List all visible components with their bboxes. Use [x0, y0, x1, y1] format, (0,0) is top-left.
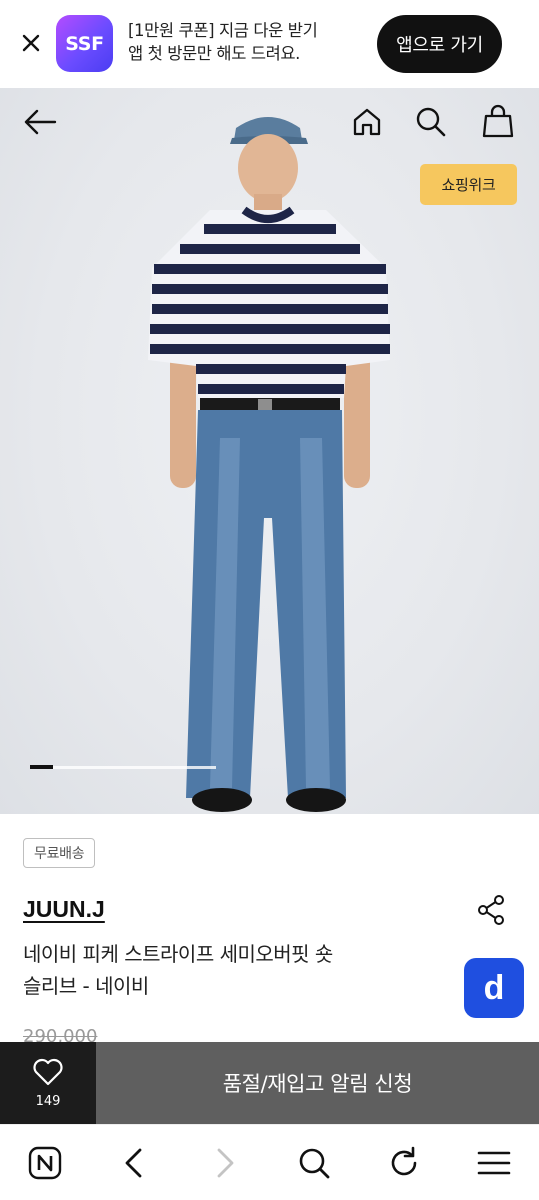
naver-n-icon[interactable] [25, 1143, 65, 1183]
bottom-action-bar: 149 품절/재입고 알림 신청 [0, 1042, 539, 1124]
product-name: 네이비 피케 스트라이프 세미오버핏 숏 슬리브 - 네이비 [23, 938, 423, 1002]
back-arrow-icon[interactable] [18, 102, 62, 142]
banner-message: [1만원 쿠폰] 지금 다운 받기 앱 첫 방문만 해도 드려요. [128, 19, 360, 65]
home-icon[interactable] [347, 102, 387, 142]
slide-indicator-active [30, 765, 54, 769]
app-logo-text: SSF [65, 32, 104, 55]
floating-d-button[interactable]: d [464, 958, 524, 1018]
like-count: 149 [35, 1093, 61, 1109]
browser-toolbar [0, 1124, 539, 1200]
product-model-image [140, 98, 400, 814]
share-icon[interactable] [474, 892, 510, 928]
close-icon[interactable] [14, 26, 48, 60]
shopping-week-badge[interactable]: 쇼핑위크 [420, 164, 517, 205]
like-button[interactable]: 149 [0, 1042, 96, 1124]
refresh-icon[interactable] [384, 1143, 424, 1183]
free-shipping-tag: 무료배송 [23, 838, 96, 868]
product-image-carousel[interactable]: 쇼핑위크 [0, 88, 539, 814]
forward-icon [205, 1143, 245, 1183]
banner-line-1: [1만원 쿠폰] 지금 다운 받기 [128, 21, 318, 40]
app-promo-banner: SSF [1만원 쿠폰] 지금 다운 받기 앱 첫 방문만 해도 드려요. 앱으… [0, 0, 539, 88]
menu-icon[interactable] [474, 1143, 514, 1183]
search-icon[interactable] [411, 102, 451, 142]
heart-icon [32, 1058, 64, 1090]
ssf-app-logo: SSF [56, 15, 113, 72]
slide-indicator [30, 765, 216, 769]
restock-alert-button[interactable]: 품절/재입고 알림 신청 [96, 1042, 539, 1124]
product-name-line-1: 네이비 피케 스트라이프 세미오버핏 숏 [23, 942, 333, 966]
banner-line-2: 앱 첫 방문만 해도 드려요. [128, 44, 301, 63]
product-name-line-2: 슬리브 - 네이비 [23, 974, 149, 998]
brand-link[interactable]: JUUN.J [23, 896, 105, 923]
back-icon[interactable] [114, 1143, 154, 1183]
search-icon[interactable] [294, 1143, 334, 1183]
shopping-bag-icon[interactable] [478, 100, 518, 142]
open-app-button[interactable]: 앱으로 가기 [377, 15, 502, 73]
